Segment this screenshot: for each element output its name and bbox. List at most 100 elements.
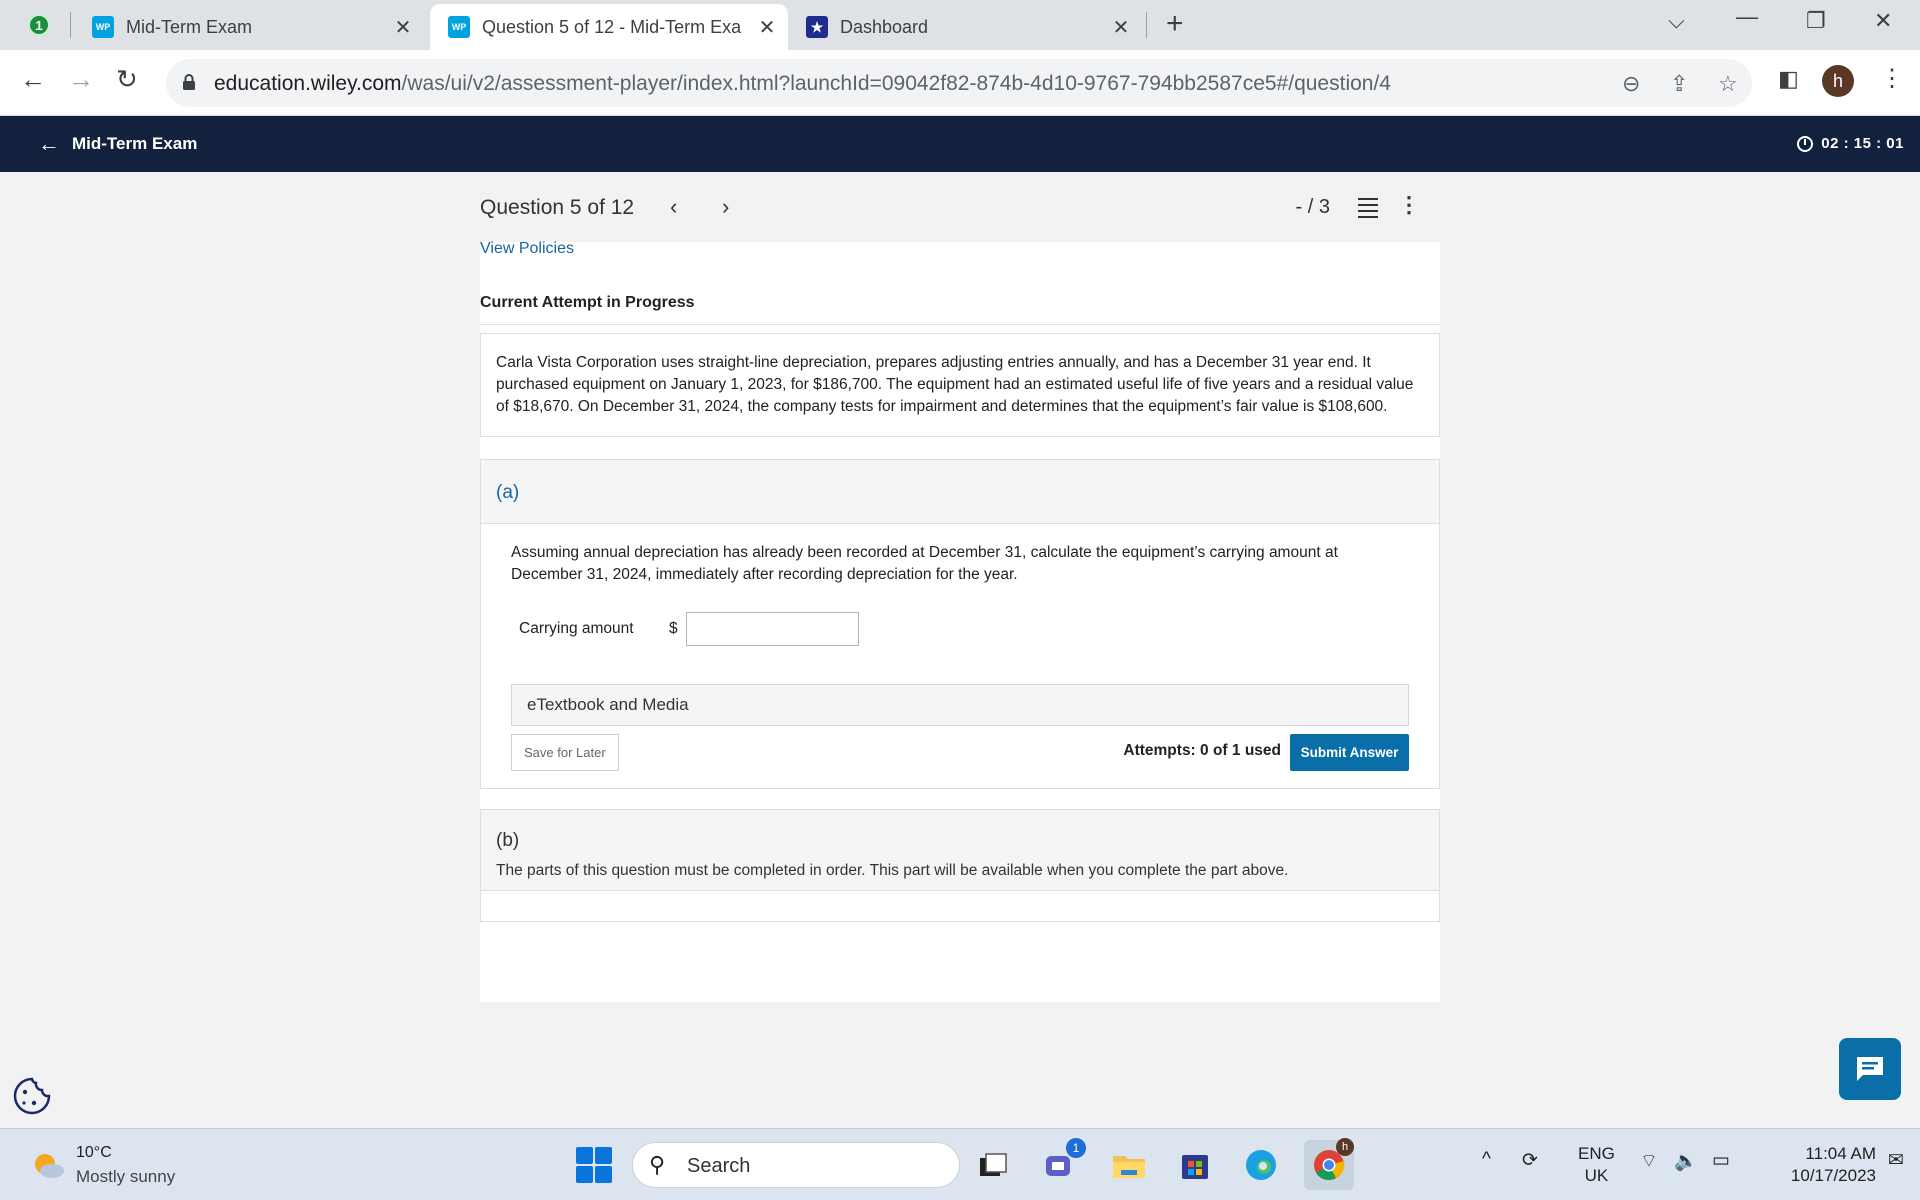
- view-policies-link[interactable]: View Policies: [480, 240, 1440, 258]
- question-list-icon[interactable]: [1358, 198, 1378, 222]
- lock-icon: [183, 74, 195, 90]
- wifi-icon[interactable]: ⌔: [1640, 1149, 1658, 1173]
- part-b-body: [481, 891, 1439, 921]
- tab-label: Dashboard: [840, 16, 929, 37]
- answer-row: Carrying amount $: [511, 612, 1409, 646]
- region-code: UK: [1584, 1166, 1609, 1185]
- close-tab-icon[interactable]: ✕: [392, 15, 414, 40]
- language-code: ENG: [1578, 1144, 1615, 1163]
- task-view-icon[interactable]: [972, 1144, 1014, 1186]
- system-clock[interactable]: 11:04 AM 10/17/2023: [1758, 1143, 1876, 1187]
- teams-chat-icon[interactable]: 1: [1040, 1138, 1086, 1186]
- windows-taskbar: 10°C Mostly sunny ⚲ Search 1 h ^ ⟳ ENG U…: [0, 1128, 1920, 1200]
- battery-icon[interactable]: ▭: [1712, 1149, 1730, 1172]
- previous-question-chevron-icon[interactable]: ‹: [670, 194, 677, 220]
- next-question-chevron-icon[interactable]: ›: [722, 194, 729, 220]
- save-for-later-button[interactable]: Save for Later: [511, 734, 619, 771]
- tab-label: Question 5 of 12 - Mid-Term Exa: [482, 16, 742, 37]
- currency-symbol: $: [669, 620, 678, 637]
- search-icon: ⚲: [649, 1152, 666, 1177]
- weather-temperature: 10°C: [76, 1144, 112, 1161]
- attempt-status-heading: Current Attempt in Progress: [480, 294, 1440, 325]
- tab-group-counter[interactable]: 1: [28, 14, 50, 36]
- assessment-content: Question 5 of 12 ‹ › - / 3 ⋮ View Polici…: [480, 172, 1440, 1002]
- url-host: education.wiley.com: [214, 72, 402, 95]
- new-tab-plus-icon[interactable]: +: [1166, 8, 1184, 40]
- forward-arrow-icon[interactable]: →: [68, 64, 94, 95]
- part-a-panel: (a) Assuming annual depreciation has alr…: [480, 459, 1440, 789]
- stopwatch-icon: [1797, 135, 1814, 152]
- dashboard-star-favicon-icon: ★: [806, 16, 828, 38]
- question-title: Question 5 of 12: [480, 196, 635, 219]
- windows-start-icon[interactable]: [576, 1147, 612, 1183]
- clock-date: 10/17/2023: [1790, 1166, 1876, 1185]
- etextbook-media-toggle[interactable]: eTextbook and Media: [511, 684, 1409, 726]
- url-text: education.wiley.com/was/ui/v2/assessment…: [214, 72, 1391, 96]
- carrying-amount-input[interactable]: [685, 612, 859, 646]
- part-b-label: (b): [496, 830, 520, 851]
- close-window-icon[interactable]: ✕: [1874, 8, 1892, 34]
- browser-menu-icon[interactable]: ⋮: [1880, 64, 1904, 93]
- question-header: Question 5 of 12 ‹ › - / 3 ⋮: [480, 172, 1440, 242]
- taskbar-search-box[interactable]: ⚲ Search: [632, 1142, 960, 1188]
- timer-value: 02 : 15 : 01: [1821, 135, 1904, 152]
- tab-question-5[interactable]: WP Question 5 of 12 - Mid-Term Exa ✕: [430, 4, 788, 50]
- microsoft-store-icon[interactable]: [1174, 1144, 1216, 1186]
- back-arrow-icon[interactable]: ←: [20, 64, 46, 95]
- chat-support-button[interactable]: [1839, 1038, 1901, 1100]
- taskbar-search-placeholder: Search: [687, 1155, 751, 1177]
- restore-window-icon[interactable]: ❐: [1806, 8, 1826, 34]
- input-language-indicator[interactable]: ENG UK: [1578, 1143, 1615, 1187]
- side-panel-icon[interactable]: ◧: [1778, 66, 1799, 92]
- wileyplus-favicon-icon: WP: [448, 16, 470, 38]
- teams-badge: 1: [1066, 1138, 1086, 1158]
- zoom-icon[interactable]: ⊖: [1622, 71, 1640, 97]
- share-icon[interactable]: ⇪: [1670, 71, 1688, 97]
- part-b-locked-note: The parts of this question must be compl…: [496, 862, 1289, 879]
- address-bar[interactable]: education.wiley.com/was/ui/v2/assessment…: [166, 59, 1752, 107]
- problem-statement: Carla Vista Corporation uses straight-li…: [480, 333, 1440, 437]
- partly-sunny-weather-icon[interactable]: [30, 1147, 66, 1183]
- tab-mid-term-exam[interactable]: WP Mid-Term Exam ✕: [76, 4, 424, 50]
- browser-toolbar: ← → ↻ education.wiley.com/was/ui/v2/asse…: [0, 50, 1920, 116]
- weather-description: Mostly sunny: [76, 1167, 176, 1186]
- url-path: /was/ui/v2/assessment-player/index.html?…: [401, 72, 1391, 95]
- file-explorer-icon[interactable]: [1108, 1144, 1150, 1186]
- more-options-icon[interactable]: ⋮: [1398, 192, 1420, 218]
- chrome-browser-icon[interactable]: h: [1304, 1138, 1354, 1190]
- tab-separator: [70, 12, 71, 38]
- minimize-icon[interactable]: —: [1736, 4, 1758, 30]
- reload-icon[interactable]: ↻: [116, 64, 138, 95]
- question-card: View Policies Current Attempt in Progres…: [480, 240, 1440, 1002]
- exam-title-link[interactable]: Mid-Term Exam: [72, 134, 197, 154]
- tab-label: Mid-Term Exam: [126, 16, 253, 37]
- question-score: - / 3: [1295, 196, 1330, 218]
- close-tab-icon[interactable]: ✕: [1110, 15, 1132, 40]
- submit-answer-button[interactable]: Submit Answer: [1290, 734, 1409, 771]
- cookie-settings-icon[interactable]: [12, 1076, 52, 1116]
- part-b-panel: (b) The parts of this question must be c…: [480, 809, 1440, 922]
- part-a-label: (a): [481, 460, 1439, 524]
- app-header: ← Mid-Term Exam 02 : 15 : 01: [0, 116, 1920, 172]
- part-a-prompt: Assuming annual depreciation has already…: [511, 544, 1338, 583]
- notifications-icon[interactable]: ✉: [1888, 1149, 1904, 1172]
- wileyplus-favicon-icon: WP: [92, 16, 114, 38]
- bookmark-star-icon[interactable]: ☆: [1718, 71, 1738, 97]
- sync-icon[interactable]: ⟳: [1522, 1149, 1538, 1172]
- chat-bubble-icon: [1857, 1057, 1883, 1081]
- part-a-actions: Save for Later Attempts: 0 of 1 used Sub…: [511, 734, 1409, 772]
- carrying-amount-label: Carrying amount: [519, 620, 634, 637]
- profile-avatar[interactable]: h: [1822, 65, 1854, 97]
- chrome-profile-badge: h: [1336, 1138, 1354, 1156]
- back-to-exam-arrow-icon[interactable]: ←: [38, 131, 60, 157]
- attempts-counter: Attempts: 0 of 1 used: [1123, 742, 1281, 759]
- clock-time: 11:04 AM: [1805, 1144, 1876, 1163]
- tab-separator: [1146, 12, 1147, 38]
- volume-icon[interactable]: 🔈: [1674, 1149, 1698, 1173]
- edge-browser-icon[interactable]: [1240, 1144, 1282, 1186]
- show-hidden-icons-chevron-icon[interactable]: ^: [1482, 1149, 1491, 1171]
- browser-tab-strip: 1 WP Mid-Term Exam ✕ WP Question 5 of 12…: [0, 0, 1920, 50]
- close-tab-icon[interactable]: ✕: [756, 15, 778, 40]
- tab-search-chevron-icon[interactable]: ⌵: [1668, 8, 1685, 34]
- tab-dashboard[interactable]: ★ Dashboard ✕: [794, 4, 1142, 50]
